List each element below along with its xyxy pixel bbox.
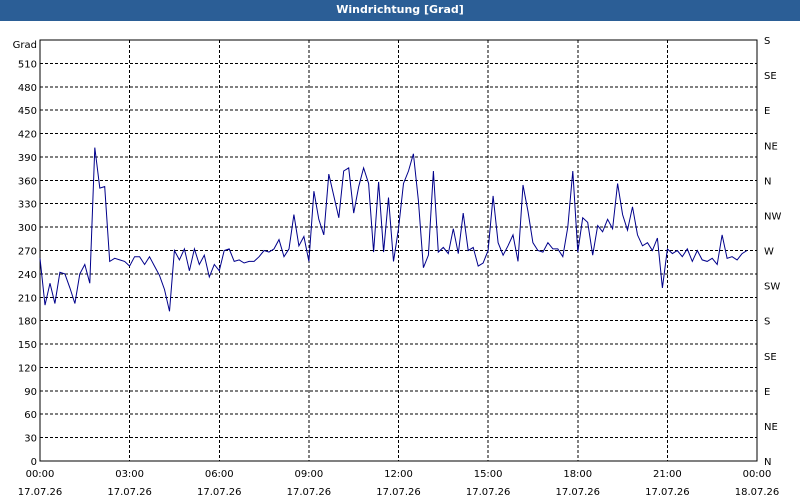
right-axis-direction-label: N bbox=[764, 176, 771, 187]
y-tick-label: 60 bbox=[24, 410, 37, 421]
y-tick-label: 90 bbox=[24, 387, 37, 398]
x-tick-date-label: 17.07.26 bbox=[18, 487, 63, 498]
x-tick-date-label: 17.07.26 bbox=[107, 487, 152, 498]
right-axis-direction-label: N bbox=[764, 457, 771, 468]
y-tick-label: 270 bbox=[18, 247, 37, 258]
right-axis-direction-label: NE bbox=[764, 141, 778, 152]
x-tick-date-label: 17.07.26 bbox=[197, 487, 242, 498]
y-tick-label: 360 bbox=[18, 176, 37, 187]
x-tick-date-label: 17.07.26 bbox=[287, 487, 332, 498]
x-tick-time-label: 00:00 bbox=[743, 469, 772, 480]
right-axis-direction-label: NW bbox=[764, 211, 781, 222]
x-tick-time-label: 15:00 bbox=[474, 469, 503, 480]
y-tick-label: 30 bbox=[24, 434, 37, 445]
y-tick-label: 420 bbox=[18, 130, 37, 141]
right-axis-direction-label: S bbox=[764, 36, 770, 47]
y-tick-label: 120 bbox=[18, 363, 37, 374]
y-tick-label: 210 bbox=[18, 293, 37, 304]
x-tick-date-label: 17.07.26 bbox=[555, 487, 600, 498]
y-tick-label: 300 bbox=[18, 223, 37, 234]
x-tick-date-label: 18.07.26 bbox=[735, 487, 780, 498]
x-tick-date-label: 17.07.26 bbox=[376, 487, 421, 498]
wind-direction-chart: 0 30 60 90 120 150 180 210 240 270 300 330 360 390 420… bbox=[13, 36, 782, 498]
right-axis-direction-label: W bbox=[764, 247, 774, 258]
y-tick-label: 330 bbox=[18, 200, 37, 211]
x-tick-date-label: 17.07.26 bbox=[645, 487, 690, 498]
y-tick-label: 240 bbox=[18, 270, 37, 281]
x-tick-time-label: 03:00 bbox=[115, 469, 144, 480]
x-tick-time-label: 00:00 bbox=[26, 469, 55, 480]
y-tick-label: 0 bbox=[31, 457, 37, 468]
right-axis-direction-label: NE bbox=[764, 422, 778, 433]
y-axis-label: Grad bbox=[13, 40, 37, 51]
chart-area: 0 30 60 90 120 150 180 210 240 270 300 330 360 390 420… bbox=[0, 21, 800, 500]
x-tick-time-label: 06:00 bbox=[205, 469, 234, 480]
x-tick-time-label: 09:00 bbox=[294, 469, 323, 480]
y-tick-label: 480 bbox=[18, 83, 37, 94]
x-tick-time-label: 12:00 bbox=[384, 469, 413, 480]
right-axis-direction-label: SE bbox=[764, 352, 777, 363]
right-axis-direction-label: SW bbox=[764, 282, 780, 293]
x-tick-date-label: 17.07.26 bbox=[466, 487, 511, 498]
y-tick-label: 180 bbox=[18, 317, 37, 328]
x-tick-time-label: 21:00 bbox=[653, 469, 682, 480]
y-tick-label: 390 bbox=[18, 153, 37, 164]
x-tick-time-label: 18:00 bbox=[563, 469, 592, 480]
right-axis-direction-label: SE bbox=[764, 71, 777, 82]
right-axis-direction-label: S bbox=[764, 317, 770, 328]
y-tick-label: 450 bbox=[18, 106, 37, 117]
y-tick-label: 150 bbox=[18, 340, 37, 351]
right-axis-direction-label: E bbox=[764, 106, 770, 117]
right-axis-direction-label: E bbox=[764, 387, 770, 398]
y-tick-label: 510 bbox=[18, 59, 37, 70]
window-title: Windrichtung [Grad] bbox=[0, 0, 800, 21]
series-line bbox=[39, 147, 748, 312]
